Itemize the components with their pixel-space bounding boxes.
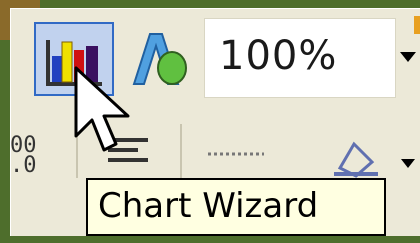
zoom-value: 100% <box>219 33 338 79</box>
chevron-down-icon[interactable] <box>400 158 416 170</box>
decrease-decimal-icon[interactable]: 00 .0 <box>10 133 60 178</box>
wordart-button[interactable] <box>128 24 192 92</box>
wordart-icon <box>132 33 187 85</box>
cursor-arrow-icon <box>74 66 130 152</box>
help-corner <box>414 16 420 34</box>
tooltip: Chart Wizard <box>86 178 386 236</box>
fill-color-icon[interactable] <box>332 138 382 178</box>
toolbar-separator <box>180 124 182 178</box>
chevron-down-icon <box>400 52 416 62</box>
zoom-field[interactable]: 100% <box>204 18 396 98</box>
tooltip-text: Chart Wizard <box>98 186 319 226</box>
decimal-icon-label: 00 .0 <box>10 133 37 178</box>
borders-icon[interactable] <box>206 144 266 164</box>
